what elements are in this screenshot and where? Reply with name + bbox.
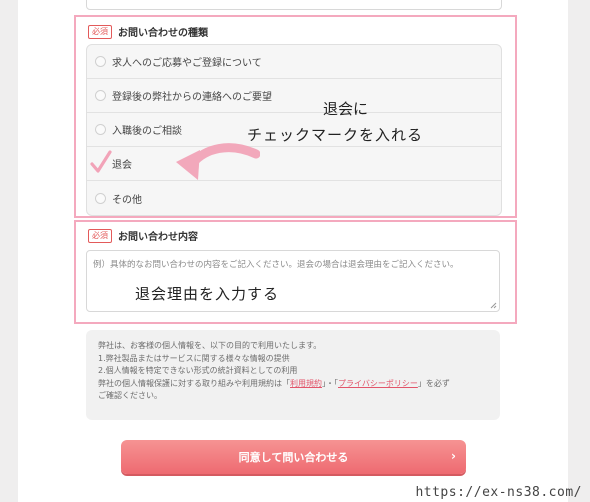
privacy-line-links: 弊社の個人情報保護に対する取り組みや利用規約は「利用規約」・「プライバシーポリシ… (98, 378, 488, 391)
annotation-arrow-icon (176, 143, 260, 180)
terms-link[interactable]: 利用規約 (290, 379, 322, 388)
submit-button[interactable]: 同意して問い合わせる › (121, 440, 466, 474)
privacy-text: 」・「 (322, 378, 338, 388)
inquiry-content-title: お問い合わせ内容 (118, 232, 198, 243)
annotation-textarea-note: 退会理由を入力する (135, 285, 280, 303)
inquiry-content-header: 必須 お問い合わせ内容 (88, 228, 198, 243)
privacy-line: 1.弊社製品またはサービスに関する様々な情報の提供 (98, 353, 290, 363)
option-application[interactable]: 求人へのご応募やご登録について (87, 45, 501, 79)
radio-button[interactable] (95, 192, 106, 204)
checkmark-icon (90, 150, 112, 173)
resize-handle-icon[interactable] (490, 302, 497, 309)
annotation-note-line2: チェックマークを入れる (247, 126, 424, 144)
option-label: 求人へのご応募やご登録について (112, 58, 262, 69)
option-label: 登録後の弊社からの連絡へのご要望 (112, 92, 272, 103)
required-badge: 必須 (88, 228, 112, 243)
watermark-url: https://ex-ns38.com/ (415, 485, 582, 500)
privacy-policy-link[interactable]: プライバシーポリシー (338, 379, 418, 388)
previous-field[interactable] (86, 0, 502, 10)
option-other[interactable]: その他 (87, 181, 501, 215)
privacy-line: 2.個人情報を特定できない形式の統計資料としての利用 (98, 366, 298, 375)
required-badge: 必須 (88, 24, 112, 39)
option-label: 入職後のご相談 (112, 126, 182, 137)
option-label: その他 (112, 194, 142, 206)
option-contact-request[interactable]: 登録後の弊社からの連絡へのご要望 (87, 79, 501, 113)
privacy-line: 弊社は、お客様の個人情報を、以下の目的で利用いたします。 (98, 341, 322, 350)
submit-label: 同意して問い合わせる (238, 451, 349, 464)
radio-button[interactable] (95, 56, 106, 67)
privacy-line: ご確認ください。 (98, 391, 162, 400)
chevron-right-icon: › (451, 449, 456, 463)
option-withdrawal[interactable]: 退会 (87, 147, 501, 181)
privacy-text: 弊社の個人情報保護に対する取り組みや利用規約は「 (98, 378, 290, 388)
annotation-note-line1: 退会に (323, 100, 369, 118)
radio-button[interactable] (95, 124, 106, 135)
option-label: 退会 (112, 160, 132, 171)
textarea-placeholder: 例）具体的なお問い合わせの内容をご記入ください。退会の場合は退会理由をご記入くだ… (93, 260, 459, 270)
radio-button[interactable] (95, 90, 106, 101)
privacy-notice: 弊社は、お客様の個人情報を、以下の目的で利用いたします。 1.弊社製品またはサー… (86, 330, 500, 420)
inquiry-type-title: お問い合わせの種類 (118, 28, 208, 39)
privacy-text: 」を必ず (417, 378, 450, 388)
inquiry-type-header: 必須 お問い合わせの種類 (88, 24, 208, 39)
